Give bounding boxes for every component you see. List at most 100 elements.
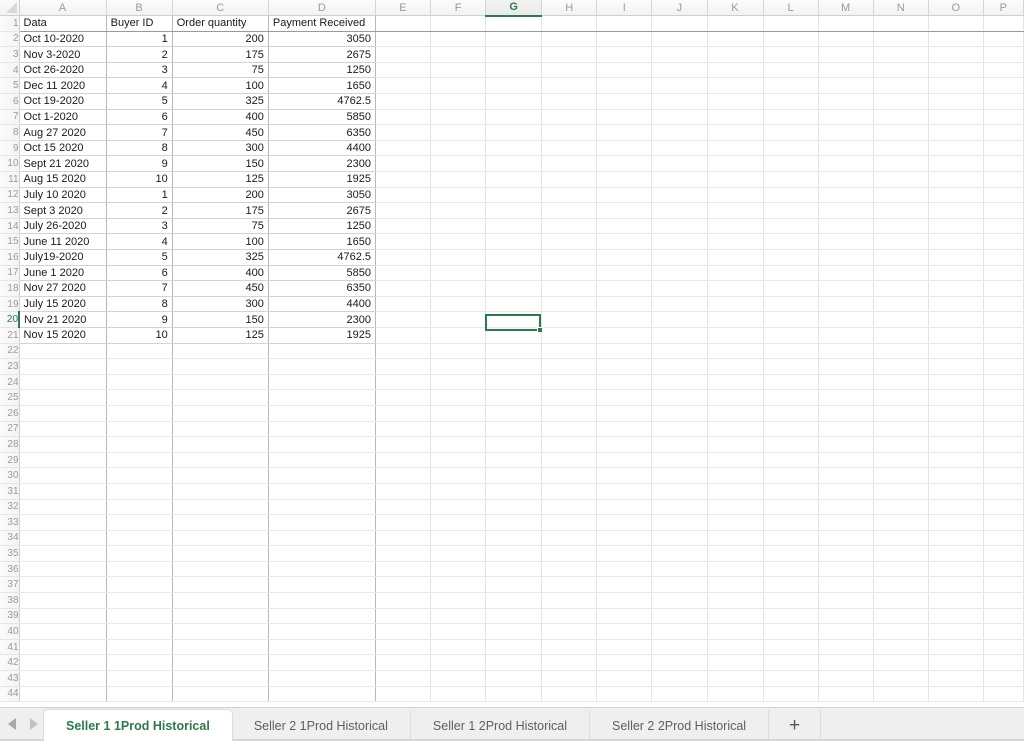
cell-F37[interactable] [430,576,487,594]
cell-F19[interactable] [430,296,487,313]
cell-D29[interactable] [268,452,377,469]
cell-N41[interactable] [873,639,929,656]
column-header-n[interactable]: N [873,0,929,17]
cell-E27[interactable] [375,421,432,438]
cell-F32[interactable] [430,499,487,516]
cell-N23[interactable] [873,358,929,375]
cell-D24[interactable] [268,374,377,391]
row-header-8[interactable]: 8 [0,124,20,141]
cell-K6[interactable] [707,93,764,110]
cell-M20[interactable] [818,311,874,328]
table-row[interactable]: 9 Oct 15 2020 8 300 4400 [0,140,1024,157]
cell-A27[interactable] [18,421,107,438]
cell-H24[interactable] [541,374,598,391]
cell-C25[interactable] [172,389,269,406]
cell-F40[interactable] [430,623,487,640]
cell-E9[interactable] [375,140,432,157]
cell-P16[interactable] [983,249,1024,266]
cell-P19[interactable] [983,296,1024,313]
cell-C2[interactable]: 200 [172,31,269,48]
column-header-a[interactable]: A [19,0,107,17]
cell-H17[interactable] [541,265,598,282]
table-row[interactable]: 40 [0,623,1024,640]
cell-D27[interactable] [268,421,377,438]
cell-D6[interactable]: 4762.5 [268,93,377,110]
cell-M37[interactable] [818,576,874,594]
cell-M18[interactable] [818,280,874,297]
cell-O6[interactable] [928,93,984,110]
cell-K19[interactable] [707,296,764,313]
cell-K39[interactable] [707,608,764,625]
cell-F5[interactable] [430,77,487,95]
table-row[interactable]: 39 [0,608,1024,625]
cell-I4[interactable] [596,62,653,79]
cell-C6[interactable]: 325 [172,93,269,110]
cell-G30[interactable] [485,467,543,484]
cell-F41[interactable] [430,639,487,656]
cell-I19[interactable] [596,296,653,313]
cell-G24[interactable] [485,374,543,391]
cell-F25[interactable] [430,389,487,406]
row-header-21[interactable]: 21 [0,327,20,344]
cell-F27[interactable] [430,421,487,438]
cell-E7[interactable] [375,109,432,126]
cell-G42[interactable] [485,654,543,672]
cell-L10[interactable] [763,155,819,173]
cell-J21[interactable] [651,327,708,344]
cell-M16[interactable] [818,249,874,266]
cell-M12[interactable] [818,187,874,204]
cell-J38[interactable] [651,592,708,609]
cell-H9[interactable] [541,140,598,157]
cell-C13[interactable]: 175 [172,202,269,219]
table-row[interactable]: 15 June 11 2020 4 100 1650 [0,233,1024,250]
cell-G43[interactable] [485,670,543,687]
cell-J20[interactable] [651,311,708,328]
table-row[interactable]: 35 [0,545,1024,562]
cell-C3[interactable]: 175 [172,46,269,63]
cell-F44[interactable] [430,686,487,703]
cell-M11[interactable] [818,171,874,188]
cell-O12[interactable] [928,187,984,204]
cell-B23[interactable] [106,358,173,375]
cell-C37[interactable] [172,576,269,594]
cell-I39[interactable] [596,608,653,625]
cell-E35[interactable] [375,545,432,562]
cell-G32[interactable] [485,499,543,516]
cell-M23[interactable] [818,358,874,375]
cell-A40[interactable] [18,623,107,640]
cell-N24[interactable] [873,374,929,391]
cell-P42[interactable] [983,654,1024,672]
cell-D10[interactable]: 2300 [268,155,377,173]
cell-L38[interactable] [763,592,819,609]
cell-F34[interactable] [430,530,487,547]
cell-L16[interactable] [763,249,819,266]
cell-N18[interactable] [873,280,929,297]
cell-E12[interactable] [375,187,432,204]
cell-F43[interactable] [430,670,487,687]
cell-M42[interactable] [818,654,874,672]
cell-B3[interactable]: 2 [106,46,173,63]
cell-O41[interactable] [928,639,984,656]
cell-N40[interactable] [873,623,929,640]
triangle-left-icon[interactable] [8,718,16,730]
cell-G12[interactable] [485,187,543,204]
cell-L23[interactable] [763,358,819,375]
cell-O11[interactable] [928,171,984,188]
cell-N32[interactable] [873,499,929,516]
cell-P34[interactable] [983,530,1024,547]
cell-M27[interactable] [818,421,874,438]
cell-D22[interactable] [268,343,377,360]
cell-N39[interactable] [873,608,929,625]
cell-O3[interactable] [928,46,984,63]
cell-F15[interactable] [430,233,487,250]
cell-P30[interactable] [983,467,1024,484]
cell-L19[interactable] [763,296,819,313]
cell-C8[interactable]: 450 [172,124,269,141]
cell-D9[interactable]: 4400 [268,140,377,157]
cell-N14[interactable] [873,218,929,235]
cell-M14[interactable] [818,218,874,235]
cell-O19[interactable] [928,296,984,313]
cell-N34[interactable] [873,530,929,547]
cell-P39[interactable] [983,608,1024,625]
cell-K4[interactable] [707,62,764,79]
